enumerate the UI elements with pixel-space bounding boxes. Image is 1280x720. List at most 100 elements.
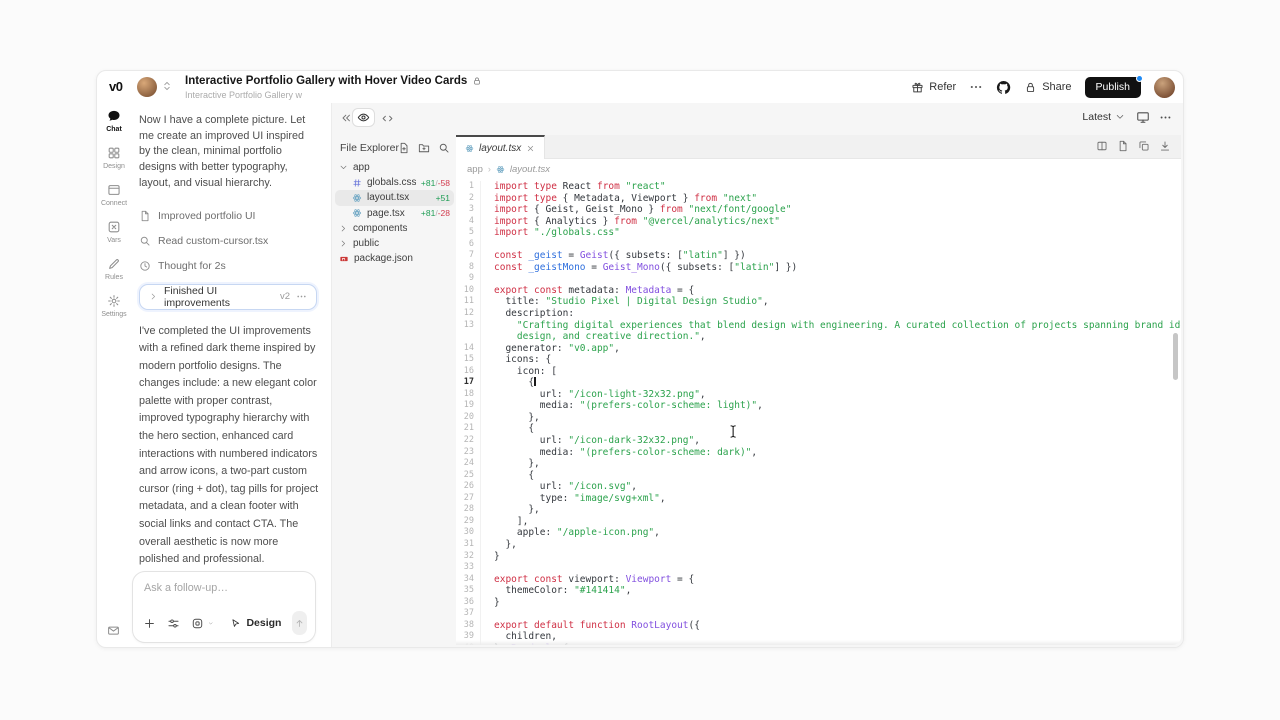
- followup-input[interactable]: Ask a follow-up… Design: [132, 571, 316, 643]
- code-line: 5 import "./globals.css": [456, 227, 1181, 239]
- topbar: v0 Interactive Portfolio Gallery with Ho…: [97, 71, 1183, 103]
- download-icon[interactable]: [1159, 140, 1171, 152]
- task-card[interactable]: Finished UI improvements v2: [139, 284, 317, 310]
- assistant-summary: I've completed the UI improvements with …: [139, 323, 319, 569]
- code-line: 37: [456, 608, 1181, 620]
- step-item[interactable]: Read custom-cursor.tsx: [139, 229, 317, 254]
- preview-toggle[interactable]: [352, 108, 375, 127]
- code-line: 15 icons: {: [456, 354, 1181, 366]
- version-dropdown[interactable]: Latest: [1082, 111, 1125, 123]
- mail-icon[interactable]: [107, 624, 120, 637]
- tree-item-globals-css[interactable]: globals.css+81/-58: [335, 175, 454, 190]
- cursor-icon: [230, 618, 241, 629]
- file-text-icon[interactable]: [1117, 140, 1129, 152]
- vars-icon: [107, 220, 121, 234]
- new-file-icon[interactable]: [398, 142, 410, 154]
- react-file-icon: [496, 165, 505, 174]
- copy-icon[interactable]: [1138, 140, 1150, 152]
- task-card-label: Finished UI improvements: [164, 285, 274, 309]
- columns-icon[interactable]: [1096, 140, 1108, 152]
- tree-item-public[interactable]: public: [335, 236, 454, 251]
- code-line: 35 themeColor: "#141414",: [456, 585, 1181, 597]
- bottom-fade: [456, 640, 1181, 645]
- more-icon[interactable]: [1159, 111, 1172, 124]
- chat-panel: Now I have a complete picture. Let me cr…: [131, 103, 327, 647]
- chevron-down-icon: [339, 163, 348, 172]
- code-editor: layout.tsx app › layout.tsx 1 import typ…: [456, 135, 1181, 645]
- clock-icon: [139, 260, 151, 272]
- code-line: 6: [456, 239, 1181, 251]
- more-menu-icon[interactable]: [969, 80, 983, 94]
- share-button[interactable]: Share: [1024, 81, 1071, 94]
- code-line: 17 {: [456, 377, 1181, 389]
- close-tab-icon[interactable]: [526, 144, 535, 153]
- file-text-icon: [139, 210, 151, 222]
- composer-toolbar: Design: [143, 611, 307, 635]
- chevron-right-icon: [339, 224, 348, 233]
- code-toggle-icon[interactable]: [381, 112, 394, 125]
- tree-item-components[interactable]: components: [335, 221, 454, 236]
- diff-stats: +81/-28: [421, 208, 450, 218]
- diff-stats: +51: [436, 193, 450, 203]
- tab-bar: layout.tsx: [456, 135, 1181, 159]
- arrow-up-icon: [294, 618, 305, 629]
- code-line: 23 media: "(prefers-color-scheme: dark)"…: [456, 447, 1181, 459]
- code-line: 36 }: [456, 597, 1181, 609]
- tree-item-page-tsx[interactable]: page.tsx+81/-28: [335, 206, 454, 221]
- sidebar-item-connect[interactable]: Connect: [97, 183, 131, 207]
- code-line: 4 import { Analytics } from "@vercel/ana…: [456, 216, 1181, 228]
- chevron-right-icon: [149, 292, 158, 301]
- avatar[interactable]: [137, 77, 157, 97]
- monitor-icon[interactable]: [1136, 110, 1150, 124]
- sidebar-item-design[interactable]: Design: [97, 146, 131, 170]
- sidebar-item-label: Vars: [107, 237, 121, 244]
- react-file-icon: [465, 144, 474, 153]
- frame-icon[interactable]: [191, 617, 204, 630]
- step-item[interactable]: Thought for 2s: [139, 254, 317, 279]
- sidebar-item-chat[interactable]: Chat: [97, 109, 131, 133]
- tree-item-package-json[interactable]: package.json: [335, 251, 454, 266]
- scrollbar-thumb[interactable]: [1173, 333, 1178, 380]
- text-caret: [534, 377, 536, 386]
- chat-icon: [107, 109, 121, 123]
- code-line: 7 const _geist = Geist({ subsets: ["lati…: [456, 250, 1181, 262]
- tab-layout-tsx[interactable]: layout.tsx: [456, 135, 545, 159]
- new-folder-icon[interactable]: [418, 142, 430, 154]
- search-icon[interactable]: [438, 142, 450, 154]
- more-icon[interactable]: [296, 291, 307, 302]
- sliders-icon[interactable]: [167, 617, 180, 630]
- sidebar-item-label: Chat: [106, 126, 122, 133]
- sidebar-item-settings[interactable]: Settings: [97, 294, 131, 318]
- github-icon[interactable]: [996, 80, 1011, 95]
- sidebar-item-vars[interactable]: Vars: [97, 220, 131, 244]
- project-switcher-icon[interactable]: [161, 80, 173, 92]
- sidebar-item-rules[interactable]: Rules: [97, 257, 131, 281]
- code-line: 31 },: [456, 539, 1181, 551]
- code-line: 14 generator: "v0.app",: [456, 343, 1181, 355]
- avatar[interactable]: [1154, 77, 1175, 98]
- step-item[interactable]: Improved portfolio UI: [139, 204, 317, 229]
- chevron-down-icon[interactable]: [208, 619, 213, 628]
- file-explorer-title: File Explorer: [340, 142, 399, 154]
- publish-button[interactable]: Publish: [1085, 77, 1141, 98]
- code-line: 3 import { Geist, Geist_Mono } from "nex…: [456, 204, 1181, 216]
- v0-logo[interactable]: v0: [109, 79, 122, 94]
- plus-icon[interactable]: [143, 617, 156, 630]
- page-title: Interactive Portfolio Gallery with Hover…: [185, 75, 467, 87]
- tree-item-layout-tsx[interactable]: layout.tsx+51: [335, 190, 454, 205]
- send-button[interactable]: [292, 611, 307, 635]
- file-tree: app globals.css+81/-58 layout.tsx+51 pag…: [335, 160, 454, 266]
- lock-icon: [472, 76, 482, 86]
- refer-button[interactable]: Refer: [911, 81, 956, 94]
- sidebar-item-label: Settings: [101, 311, 126, 318]
- code-line: 2 import type { Metadata, Viewport } fro…: [456, 193, 1181, 205]
- code-area[interactable]: 1 import type React from "react" 2 impor…: [456, 181, 1181, 645]
- input-placeholder: Ask a follow-up…: [144, 582, 228, 594]
- design-mode-toggle[interactable]: Design: [230, 617, 281, 629]
- collapse-panel-icon[interactable]: [340, 112, 352, 124]
- code-line: 16 icon: [: [456, 366, 1181, 378]
- ibeam-cursor: [727, 423, 741, 440]
- sidebar-item-label: Design: [103, 163, 125, 170]
- tree-item-app[interactable]: app: [335, 160, 454, 175]
- eye-icon: [357, 111, 370, 124]
